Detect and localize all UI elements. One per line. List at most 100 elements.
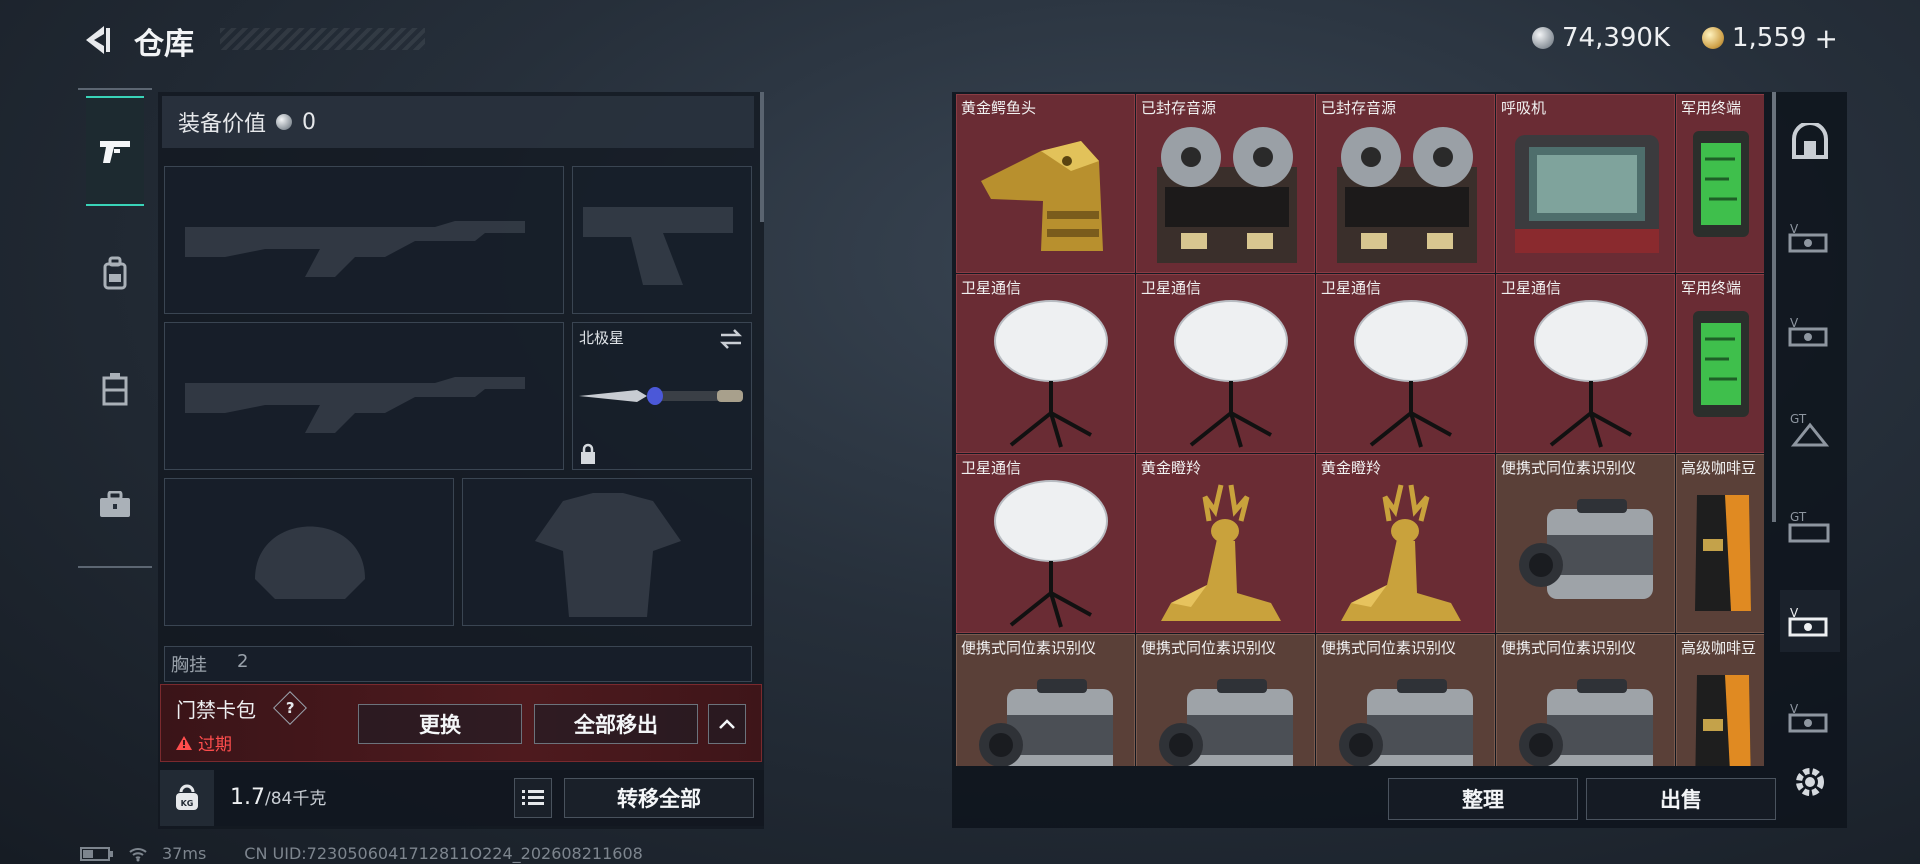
- ping-value: 37ms: [162, 844, 207, 863]
- satellite-dish-icon: [1534, 300, 1648, 448]
- svg-text:GT: GT: [1790, 510, 1807, 524]
- inventory-item[interactable]: 黄金瞪羚: [1136, 454, 1315, 633]
- wifi-icon: [129, 847, 147, 861]
- rifle-silhouette-icon: [185, 377, 525, 433]
- lock-icon: [581, 443, 595, 464]
- backpack-icon: [103, 256, 127, 290]
- nav-backpack[interactable]: [86, 218, 144, 328]
- reel-tape-recorder-icon: [1337, 127, 1477, 263]
- gt-case-icon: GT: [1790, 412, 1830, 447]
- collapse-button[interactable]: [708, 704, 746, 744]
- golden-crocodile-head-icon: [981, 141, 1103, 251]
- v-case-icon: V: [1788, 222, 1828, 253]
- chest-rig-slot[interactable]: 胸挂 2: [164, 646, 752, 682]
- nav-chest-rig[interactable]: [86, 334, 144, 444]
- list-view-button[interactable]: [514, 778, 552, 818]
- inventory-item[interactable]: 便携式同位素识别仪: [1496, 454, 1675, 633]
- expired-label: 过期: [198, 735, 232, 755]
- isotope-identifier-icon: [979, 679, 1113, 766]
- inventory-item[interactable]: 高级咖啡豆: [1676, 634, 1764, 766]
- category-nav: [78, 88, 152, 568]
- storage-tab-gt2[interactable]: GT: [1780, 496, 1840, 558]
- add-gold-button[interactable]: +: [1814, 22, 1837, 55]
- back-arrow-icon[interactable]: [78, 22, 114, 58]
- holster-weapon-slot[interactable]: [164, 322, 564, 470]
- satellite-dish-icon: [994, 300, 1108, 448]
- inventory-item[interactable]: 卫星通信: [1316, 274, 1495, 453]
- storage-tab-v2[interactable]: V: [1780, 300, 1840, 362]
- silver-coin-icon: [276, 114, 293, 130]
- briefcase-icon: [100, 491, 130, 517]
- reel-tape-recorder-icon: [1157, 127, 1297, 263]
- item-name: 便携式同位素识别仪: [1141, 639, 1277, 657]
- inventory-item[interactable]: 黄金瞪羚: [1316, 454, 1495, 633]
- storage-tab-home[interactable]: [1780, 110, 1840, 172]
- military-terminal-icon: [1693, 311, 1749, 417]
- satellite-dish-icon: [1174, 300, 1288, 448]
- sort-button[interactable]: 整理: [1388, 778, 1578, 820]
- nav-case[interactable]: [86, 450, 144, 560]
- inventory-item[interactable]: 高级咖啡豆: [1676, 454, 1764, 633]
- item-name: 军用终端: [1681, 99, 1742, 117]
- chest-rig-count: 2: [237, 651, 249, 672]
- inventory-item[interactable]: 卫星通信: [956, 274, 1135, 453]
- storage-tab-v1[interactable]: V: [1780, 206, 1840, 268]
- armor-slot[interactable]: [462, 478, 752, 626]
- weight-current: 1.7: [230, 785, 265, 810]
- inventory-item[interactable]: 军用终端: [1676, 274, 1764, 453]
- secondary-weapon-slot[interactable]: [572, 166, 752, 314]
- item-name: 高级咖啡豆: [1681, 459, 1757, 477]
- inventory-item[interactable]: 卫星通信: [1136, 274, 1315, 453]
- inventory-item[interactable]: 卫星通信: [956, 454, 1135, 633]
- access-card-title: 门禁卡包: [176, 698, 256, 722]
- coffee-bean-bag-icon: [1695, 495, 1751, 611]
- helmet-slot[interactable]: [164, 478, 454, 626]
- inventory-item[interactable]: 便携式同位素识别仪: [1316, 634, 1495, 766]
- inventory-item[interactable]: 已封存音源: [1136, 94, 1315, 273]
- transfer-all-button[interactable]: 转移全部: [564, 778, 754, 818]
- knife-icon: [579, 387, 743, 405]
- golden-gazelle-icon: [1161, 484, 1281, 621]
- rifle-silhouette-icon: [185, 221, 525, 277]
- swap-icon[interactable]: [719, 329, 743, 349]
- ventilator-icon: [1515, 135, 1659, 253]
- primary-weapon-slot[interactable]: [164, 166, 564, 314]
- inventory-item[interactable]: 便携式同位素识别仪: [1136, 634, 1315, 766]
- status-bar: 37ms CN UID:7230506041712811O224_2026082…: [80, 844, 643, 863]
- page-title: 仓库: [134, 27, 194, 62]
- item-name: 已封存音源: [1321, 99, 1397, 117]
- inventory-item[interactable]: 已封存音源: [1316, 94, 1495, 273]
- move-all-out-button[interactable]: 全部移出: [534, 704, 698, 744]
- inventory-item[interactable]: 军用终端: [1676, 94, 1764, 273]
- inventory-item[interactable]: 卫星通信: [1496, 274, 1675, 453]
- inventory-item[interactable]: 黄金鳄鱼头: [956, 94, 1135, 273]
- armor-silhouette-icon: [535, 493, 681, 617]
- equipment-value: 装备价值 0: [162, 96, 754, 148]
- v-case-icon: V: [1788, 702, 1828, 733]
- sell-button[interactable]: 出售: [1586, 778, 1776, 820]
- inventory-grid: 黄金鳄鱼头 已封存音源 已封存音源 呼吸机 军用终端 卫星通信 卫星通信 卫星通…: [956, 94, 1764, 766]
- silver-currency: 74,390K: [1532, 20, 1670, 56]
- chevron-up-icon: [719, 719, 735, 729]
- nav-weapons[interactable]: [86, 96, 144, 206]
- storage-tab-v3[interactable]: V: [1780, 590, 1840, 652]
- title-decoration: [220, 28, 425, 50]
- helmet-silhouette-icon: [255, 526, 365, 599]
- storage-tab-gt1[interactable]: GT: [1780, 398, 1840, 460]
- inventory-item[interactable]: 便携式同位素识别仪: [1496, 634, 1675, 766]
- silver-coin-icon: [1532, 27, 1554, 49]
- melee-slot[interactable]: 北极星: [572, 322, 752, 470]
- item-name: 便携式同位素识别仪: [1501, 459, 1637, 477]
- equipment-scrollbar[interactable]: [760, 92, 764, 222]
- svg-text:GT: GT: [1790, 412, 1807, 426]
- replace-button[interactable]: 更换: [358, 704, 522, 744]
- settings-button[interactable]: [1790, 762, 1830, 802]
- inventory-scrollbar[interactable]: [1772, 92, 1776, 522]
- inventory-item[interactable]: 便携式同位素识别仪: [956, 634, 1135, 766]
- inventory-item[interactable]: 呼吸机: [1496, 94, 1675, 273]
- kettlebell-icon: KG: [176, 784, 198, 810]
- gold-amount: 1,559: [1732, 23, 1807, 53]
- storage-tab-v4[interactable]: V: [1780, 686, 1840, 748]
- v-case-icon: V: [1788, 606, 1828, 637]
- pistol-silhouette-icon: [583, 207, 733, 285]
